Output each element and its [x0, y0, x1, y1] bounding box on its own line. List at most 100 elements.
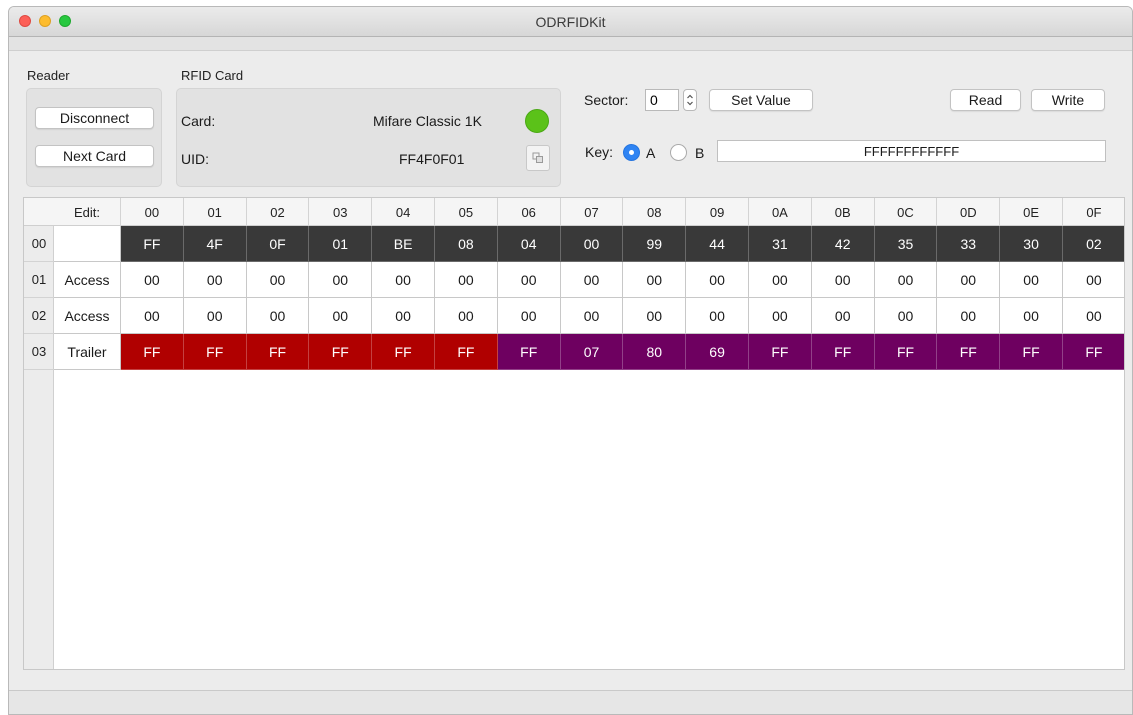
row-type-label: Access [54, 298, 121, 334]
byte-cell[interactable]: 31 [749, 226, 812, 262]
edit-column-header: Edit: [54, 198, 121, 226]
row-type-label: Trailer [54, 334, 121, 370]
byte-cell[interactable]: 35 [874, 226, 938, 262]
byte-cell[interactable]: FF [1063, 334, 1124, 370]
column-header: 02 [247, 198, 310, 226]
card-label: Card: [181, 113, 216, 129]
byte-cell[interactable]: 00 [435, 262, 498, 298]
byte-cell[interactable]: 08 [435, 226, 498, 262]
byte-cell[interactable]: 69 [686, 334, 749, 370]
byte-cell[interactable]: FF [749, 334, 812, 370]
next-card-button[interactable]: Next Card [35, 145, 154, 167]
byte-cell[interactable]: 33 [937, 226, 1001, 262]
byte-cell[interactable]: 02 [1063, 226, 1124, 262]
byte-cell[interactable]: 00 [560, 298, 624, 334]
byte-cell[interactable]: FF [1000, 334, 1063, 370]
row-index-header: 02 [24, 298, 54, 334]
byte-cell[interactable]: BE [372, 226, 435, 262]
window-title: ODRFIDKit [535, 14, 606, 30]
byte-cell[interactable]: FF [121, 226, 184, 262]
byte-cell[interactable]: 00 [1000, 262, 1063, 298]
uid-value: FF4F0F01 [399, 151, 465, 167]
title-bar[interactable]: ODRFIDKit [9, 7, 1132, 37]
byte-cell[interactable]: 4F [183, 226, 247, 262]
write-button[interactable]: Write [1031, 89, 1105, 111]
byte-cell[interactable]: 07 [560, 334, 624, 370]
byte-cell[interactable]: 00 [874, 298, 938, 334]
byte-cell[interactable]: FF [121, 334, 184, 370]
copy-uid-button[interactable] [526, 145, 550, 171]
row-index-header: 00 [24, 226, 54, 262]
byte-cell[interactable]: 00 [372, 262, 435, 298]
disconnect-button[interactable]: Disconnect [35, 107, 154, 129]
byte-cell[interactable]: 00 [309, 298, 373, 334]
byte-cell[interactable]: 00 [183, 298, 247, 334]
status-bar [9, 690, 1132, 714]
byte-cell[interactable]: 30 [1000, 226, 1063, 262]
reader-group-label: Reader [27, 68, 70, 83]
byte-cell[interactable]: 44 [686, 226, 749, 262]
byte-cell[interactable]: 00 [686, 298, 749, 334]
byte-cell[interactable]: 00 [560, 262, 624, 298]
column-header: 09 [686, 198, 749, 226]
byte-cell[interactable]: 00 [183, 262, 247, 298]
read-button[interactable]: Read [950, 89, 1021, 111]
byte-cell[interactable]: 00 [811, 262, 875, 298]
byte-cell[interactable]: 80 [623, 334, 687, 370]
byte-cell[interactable]: 00 [937, 298, 1001, 334]
byte-cell[interactable]: FF [811, 334, 875, 370]
byte-cell[interactable]: 00 [560, 226, 624, 262]
key-input[interactable] [717, 140, 1106, 162]
byte-cell[interactable]: 00 [435, 298, 498, 334]
byte-cell[interactable]: 00 [749, 298, 812, 334]
byte-cell[interactable]: 00 [1063, 298, 1124, 334]
key-b-radio[interactable] [670, 144, 687, 161]
byte-cell[interactable]: 00 [246, 298, 310, 334]
row-index-header: 01 [24, 262, 54, 298]
sector-input[interactable] [645, 89, 679, 111]
byte-cell[interactable]: 00 [937, 262, 1001, 298]
set-value-button[interactable]: Set Value [709, 89, 813, 111]
byte-cell[interactable]: 00 [309, 262, 373, 298]
byte-cell[interactable]: 00 [372, 298, 435, 334]
key-a-radio[interactable] [623, 144, 640, 161]
column-header: 06 [498, 198, 561, 226]
uid-label: UID: [181, 151, 209, 167]
byte-cell[interactable]: FF [246, 334, 310, 370]
byte-cell[interactable]: 00 [246, 262, 310, 298]
byte-cell[interactable]: 00 [497, 298, 561, 334]
byte-cell[interactable]: 04 [497, 226, 561, 262]
byte-cell[interactable]: 00 [686, 262, 749, 298]
row-type-label: Access [54, 262, 121, 298]
column-header: 0B [812, 198, 875, 226]
sector-stepper[interactable] [683, 89, 697, 111]
byte-cell[interactable]: 01 [309, 226, 373, 262]
byte-cell[interactable]: 00 [811, 298, 875, 334]
byte-cell[interactable]: 00 [749, 262, 812, 298]
byte-cell[interactable]: FF [497, 334, 561, 370]
byte-cell[interactable]: 00 [874, 262, 938, 298]
byte-cell[interactable]: 0F [246, 226, 310, 262]
byte-cell[interactable]: 00 [1063, 262, 1124, 298]
key-b-label: B [695, 145, 705, 161]
byte-cell[interactable]: FF [372, 334, 435, 370]
byte-cell[interactable]: 00 [121, 262, 184, 298]
byte-cell[interactable]: 00 [623, 298, 687, 334]
byte-cell[interactable]: FF [309, 334, 373, 370]
byte-cell[interactable]: 99 [623, 226, 687, 262]
byte-cell[interactable]: 00 [497, 262, 561, 298]
byte-cell[interactable]: FF [874, 334, 938, 370]
byte-cell[interactable]: 00 [623, 262, 687, 298]
column-header: 0C [875, 198, 938, 226]
key-a-label: A [646, 145, 656, 161]
byte-cell[interactable]: FF [435, 334, 498, 370]
byte-cell[interactable]: 00 [121, 298, 184, 334]
column-header: 0A [749, 198, 812, 226]
byte-cell[interactable]: FF [183, 334, 247, 370]
app-window: ODRFIDKit Reader Disconnect Next Card RF… [8, 6, 1133, 715]
byte-cell[interactable]: 42 [811, 226, 875, 262]
byte-cell[interactable]: FF [937, 334, 1001, 370]
byte-cell[interactable]: 00 [1000, 298, 1063, 334]
column-header: 0F [1063, 198, 1124, 226]
column-header: 08 [623, 198, 687, 226]
